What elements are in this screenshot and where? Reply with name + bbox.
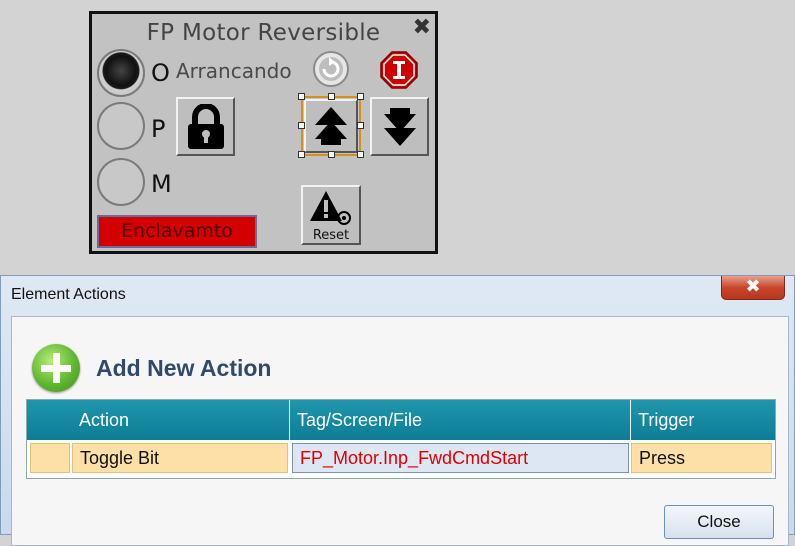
trigger-cell[interactable]: Press	[631, 443, 772, 473]
lock-icon	[187, 103, 224, 149]
selection-handle[interactable]	[328, 93, 335, 100]
selection-handle[interactable]	[357, 151, 364, 158]
interlock-stop-icon[interactable]	[380, 51, 418, 89]
reverse-start-button[interactable]	[370, 97, 429, 156]
mode-m-indicator[interactable]	[97, 158, 145, 206]
reset-button[interactable]: Reset	[301, 185, 361, 245]
dialog-body: Add New Action Action Tag/Screen/File Tr…	[11, 316, 789, 546]
mode-o-indicator[interactable]	[97, 49, 145, 97]
dialog-close-icon[interactable]: ✖	[721, 276, 785, 300]
column-header-action[interactable]: Action	[72, 400, 290, 440]
refresh-icon[interactable]	[312, 50, 350, 88]
action-cell[interactable]: Toggle Bit	[72, 443, 288, 473]
add-new-action-link[interactable]: Add New Action	[96, 355, 271, 382]
selection-handle[interactable]	[357, 93, 364, 100]
motor-faceplate: FP Motor Reversible ✖ O P M Arrancando E…	[89, 11, 438, 254]
motor-status-text: Arrancando	[176, 59, 292, 83]
table-header: Action Tag/Screen/File Trigger	[27, 400, 775, 440]
selection-handle[interactable]	[328, 151, 335, 158]
selection-handle[interactable]	[298, 93, 305, 100]
element-actions-dialog: Element Actions ✖ Add New Action Action …	[0, 275, 795, 546]
forward-start-button[interactable]	[304, 99, 358, 153]
selection-handle[interactable]	[298, 122, 305, 129]
mode-p-indicator[interactable]	[97, 102, 145, 150]
reset-warning-icon	[310, 191, 351, 225]
dialog-title: Element Actions	[11, 286, 126, 303]
tag-cell[interactable]: FP_Motor.Inp_FwdCmdStart	[292, 443, 629, 473]
column-header-trigger[interactable]: Trigger	[631, 400, 775, 440]
forward-arrow-icon	[315, 107, 347, 145]
faceplate-title: FP Motor Reversible	[146, 20, 381, 46]
close-button[interactable]: Close	[664, 505, 774, 539]
reverse-arrow-icon	[383, 107, 416, 146]
faceplate-close-icon[interactable]: ✖	[413, 15, 431, 40]
lock-button[interactable]	[176, 97, 235, 156]
selection-handle[interactable]	[357, 122, 364, 129]
mode-m-label: M	[151, 170, 172, 198]
selection-handle[interactable]	[298, 151, 305, 158]
table-row[interactable]: Toggle Bit FP_Motor.Inp_FwdCmdStart Pres…	[27, 440, 775, 478]
interlock-status-bar: Enclavamto	[97, 215, 257, 248]
mode-p-label: P	[151, 115, 166, 143]
row-marker-cell[interactable]	[30, 443, 70, 473]
column-header-tag[interactable]: Tag/Screen/File	[290, 400, 631, 440]
actions-table: Action Tag/Screen/File Trigger Toggle Bi…	[26, 399, 776, 479]
reset-label: Reset	[312, 228, 350, 243]
mode-o-label: O	[151, 59, 170, 87]
add-action-icon[interactable]	[32, 344, 80, 392]
